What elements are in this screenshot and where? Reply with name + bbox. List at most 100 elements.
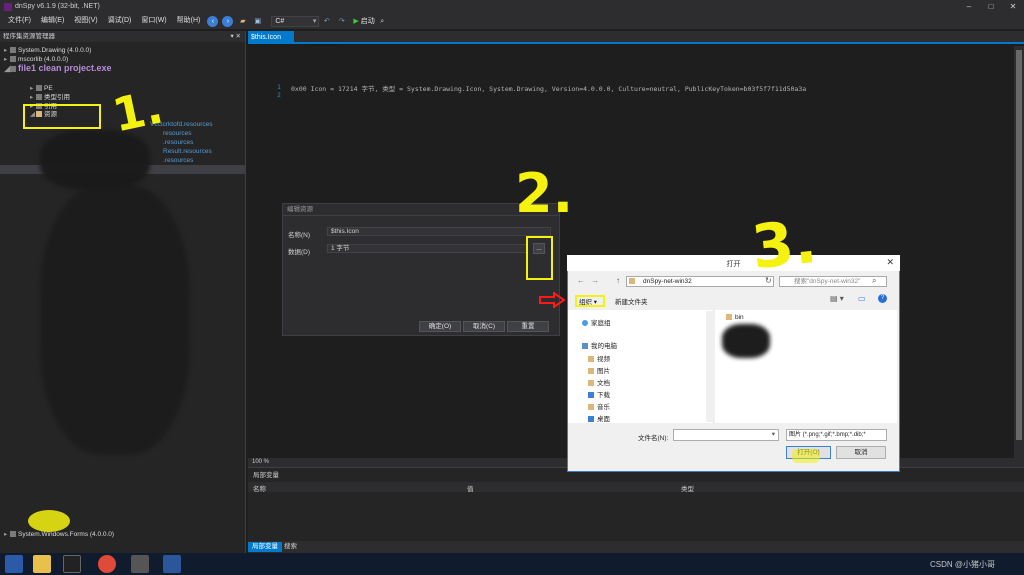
name-field[interactable]: $this.Icon: [327, 227, 551, 236]
nav-homegroup[interactable]: 家庭组: [582, 317, 611, 327]
assembly-explorer-header: 程序集资源管理器 ▾ ✕: [0, 31, 245, 42]
open-dialog-titlebar: 打开 ✕: [567, 255, 900, 271]
menu-bar: 文件(F) 编辑(E) 视图(V) 调试(D) 窗口(W) 帮助(H) ‹ › …: [0, 13, 1024, 29]
tree-node[interactable]: ▸ PE: [30, 84, 53, 93]
menu-debug[interactable]: 调试(D): [103, 13, 137, 29]
title-bar: dnSpy v6.1.9 (32-bit, .NET) – □ ✕: [0, 0, 1024, 13]
ok-button[interactable]: 确定(O): [419, 321, 461, 332]
start-button[interactable]: ▶ 启动: [353, 16, 374, 26]
nav-music[interactable]: 音乐: [588, 401, 610, 411]
nav-documents[interactable]: 文档: [588, 377, 610, 387]
annotation-step-2: 2.: [515, 162, 574, 225]
window-title: dnSpy v6.1.9 (32-bit, .NET): [15, 3, 100, 10]
close-icon[interactable]: ▾ ✕: [230, 31, 241, 42]
tab-search[interactable]: 搜索: [280, 542, 301, 552]
filename-label: 文件名(N):: [638, 435, 669, 442]
highlight-box-organize: [575, 295, 605, 307]
redaction-mark: [722, 324, 770, 358]
window-icon[interactable]: [131, 555, 149, 573]
nav-desktop[interactable]: 桌面: [588, 413, 610, 423]
save-icon[interactable]: ▣: [252, 16, 263, 27]
help-icon[interactable]: ?: [878, 294, 887, 303]
view-icon[interactable]: ▤ ▾: [830, 294, 844, 303]
column-name[interactable]: 名称: [253, 483, 266, 493]
dnspy-logo-icon: [4, 2, 12, 11]
resource-item[interactable]: Result.resources: [163, 147, 212, 156]
search-icon: ⌕: [872, 276, 877, 285]
document-tabs: [248, 31, 1024, 44]
red-arrow-icon: [539, 291, 566, 309]
word-icon[interactable]: [163, 555, 181, 573]
zoom-level[interactable]: 100 %: [252, 459, 269, 465]
taskbar: [0, 553, 1024, 575]
back-icon[interactable]: ‹: [207, 15, 219, 27]
preview-pane-icon[interactable]: ▭: [858, 294, 866, 303]
nav-downloads[interactable]: 下载: [588, 389, 610, 399]
menu-edit[interactable]: 编辑(E): [36, 13, 69, 29]
reset-button[interactable]: 重置: [507, 321, 549, 332]
tab-locals[interactable]: 局部变量: [248, 542, 282, 552]
app-window: dnSpy v6.1.9 (32-bit, .NET) – □ ✕ 文件(F) …: [0, 0, 1024, 575]
column-type[interactable]: 类型: [681, 483, 694, 493]
column-value[interactable]: 值: [467, 483, 474, 493]
name-label: 名称(N): [288, 232, 311, 239]
highlight-box-1: [23, 104, 101, 129]
forward-icon[interactable]: →: [591, 276, 599, 285]
nav-this-pc[interactable]: 我的电脑: [582, 340, 617, 350]
tab-this-icon[interactable]: $this.Icon: [248, 31, 294, 44]
menu-view[interactable]: 视图(V): [69, 13, 102, 29]
address-bar[interactable]: dnSpy-net-win32: [626, 276, 774, 287]
redaction-mark: [40, 185, 190, 455]
minimize-button[interactable]: –: [958, 0, 980, 13]
highlight-mark-bottom: [28, 510, 70, 532]
code-line: 0x00 Icon = 17214 字节, 类型 = System.Drawin…: [291, 85, 807, 93]
resource-item[interactable]: .resources: [163, 138, 193, 147]
close-icon[interactable]: ✕: [886, 257, 894, 268]
tree-node[interactable]: ▸ 类型引用: [30, 93, 70, 102]
highlight-box-2: [526, 236, 553, 280]
nav-scrollbar[interactable]: [706, 311, 714, 422]
back-icon[interactable]: ←: [577, 276, 585, 285]
folder-icon: [629, 278, 635, 284]
data-field[interactable]: 1 字节: [327, 244, 527, 253]
language-select[interactable]: C# ▾: [271, 15, 320, 27]
cancel-button[interactable]: 取消: [836, 446, 886, 459]
annotation-step-3: 3.: [748, 206, 821, 284]
tree-node[interactable]: ▸ System.Windows.Forms (4.0.0.0): [4, 530, 114, 539]
explorer-icon[interactable]: [33, 555, 51, 573]
scrollbar-thumb[interactable]: [1016, 50, 1022, 440]
up-icon[interactable]: ↑: [616, 276, 620, 285]
menu-file[interactable]: 文件(F): [3, 13, 36, 29]
tree-node[interactable]: ◢ file1 clean project.exe: [4, 64, 112, 73]
open-dialog-title: 打开: [726, 261, 741, 268]
watermark: CSDN @小猪小哥: [930, 560, 996, 569]
menu-window[interactable]: 窗口(W): [136, 13, 171, 29]
new-folder-button[interactable]: 新建文件夹: [615, 296, 648, 306]
terminal-icon[interactable]: [63, 555, 81, 573]
tree-node[interactable]: ▸ System.Drawing (4.0.0.0): [4, 46, 91, 55]
line-number: 1: [277, 83, 281, 91]
filename-input[interactable]: ▾: [673, 429, 779, 441]
redo-icon[interactable]: ↷: [336, 16, 347, 27]
highlight-mark-open: [792, 449, 820, 463]
open-icon[interactable]: ▰: [237, 16, 248, 27]
file-type-select[interactable]: 图片 (*.png;*.gif;*.bmp;*.dib;*: [786, 429, 887, 441]
resource-item[interactable]: .resources: [163, 156, 193, 165]
forward-icon[interactable]: ›: [222, 15, 234, 27]
data-label: 数据(D): [288, 249, 311, 256]
nav-pictures[interactable]: 图片: [588, 365, 610, 375]
windows-start-icon[interactable]: [5, 555, 23, 573]
undo-icon[interactable]: ↶: [321, 16, 332, 27]
cancel-button[interactable]: 取消(C): [463, 321, 505, 332]
bottom-tabs: [248, 541, 1024, 553]
nav-videos[interactable]: 视频: [588, 353, 610, 363]
panel-title: 局部变量: [253, 472, 279, 479]
chrome-icon[interactable]: [98, 555, 116, 573]
close-button[interactable]: ✕: [1002, 0, 1024, 13]
line-number: 2: [277, 91, 281, 99]
search-icon[interactable]: ⌕: [377, 16, 388, 27]
file-item-bin[interactable]: bin: [726, 314, 744, 321]
menu-help[interactable]: 帮助(H): [172, 13, 206, 29]
locals-column-header: [248, 482, 1024, 492]
maximize-button[interactable]: □: [980, 0, 1002, 13]
